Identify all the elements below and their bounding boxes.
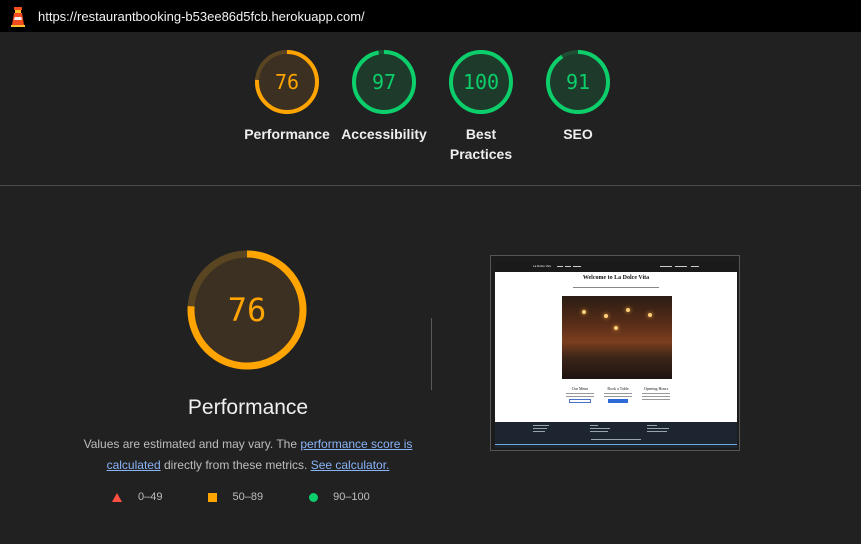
- performance-gauge: 76: [187, 250, 307, 370]
- performance-description: Values are estimated and may vary. The p…: [72, 434, 424, 476]
- legend-item-pass: 90–100: [309, 491, 370, 503]
- gauge-label: Performance: [244, 126, 330, 142]
- screenshot-subtitle: [573, 287, 659, 288]
- screenshot-col-title: Our Menu: [571, 386, 589, 391]
- screenshot-col: Opening Hours: [639, 386, 673, 400]
- screenshot-col-title: Opening Hours: [643, 386, 669, 391]
- screenshot-nav: La Dolce Vita: [495, 262, 737, 272]
- screenshot-brand: La Dolce Vita: [533, 264, 551, 268]
- url-bar: https://restaurantbooking-b53ee86d5fcb.h…: [0, 0, 861, 32]
- score-legend: 0–49 50–89 90–100: [112, 491, 370, 503]
- gauge-performance[interactable]: 76 Performance: [239, 48, 335, 144]
- gauge-accessibility[interactable]: 97 Accessibility: [336, 48, 432, 144]
- gauge-label: Best Practices: [449, 126, 513, 162]
- lighthouse-icon: [11, 7, 25, 27]
- legend-range: 50–89: [232, 491, 264, 503]
- gauge-seo[interactable]: 91 SEO: [530, 48, 626, 144]
- screenshot-footer: [495, 422, 737, 448]
- category-gauges: 76 Performance 97 Accessibility 100 Best…: [0, 48, 861, 178]
- screenshot-col-title: Book a Table: [607, 386, 629, 391]
- performance-score: 76: [228, 291, 267, 329]
- see-calculator-link[interactable]: See calculator.: [311, 458, 390, 472]
- gauge-ring: 91: [546, 50, 610, 114]
- page-url[interactable]: https://restaurantbooking-b53ee86d5fcb.h…: [38, 9, 365, 24]
- description-text: directly from these metrics.: [160, 458, 311, 472]
- screenshot-page: La Dolce Vita Welcome to La Dolce Vita O…: [495, 262, 737, 448]
- screenshot-heading: Welcome to La Dolce Vita: [582, 275, 650, 281]
- restaurant-photo: [562, 296, 672, 379]
- section-divider: [0, 185, 861, 186]
- gauge-label: Accessibility: [341, 126, 427, 142]
- legend-item-average: 50–89: [208, 491, 263, 503]
- gauge-score: 91: [566, 70, 590, 94]
- gauge-best-practices[interactable]: 100 Best Practices: [433, 48, 529, 164]
- gauge-score: 100: [463, 70, 499, 94]
- legend-range: 0–49: [138, 491, 163, 503]
- gauge-score: 97: [372, 70, 396, 94]
- page-screenshot[interactable]: La Dolce Vita Welcome to La Dolce Vita O…: [490, 255, 740, 451]
- screenshot-col: Book a Table: [601, 386, 635, 403]
- vertical-divider: [431, 318, 432, 390]
- square-icon: [208, 492, 218, 502]
- gauge-ring: 100: [449, 50, 513, 114]
- description-text: Values are estimated and may vary. The: [83, 437, 301, 451]
- gauge-ring: 76: [255, 50, 319, 114]
- legend-range: 90–100: [333, 491, 370, 503]
- gauge-score: 76: [275, 70, 299, 94]
- performance-title: Performance: [187, 396, 309, 419]
- circle-icon: [309, 492, 319, 502]
- screenshot-col: Our Menu: [563, 386, 597, 403]
- gauge-label: SEO: [563, 126, 593, 142]
- triangle-icon: [112, 492, 122, 502]
- gauge-ring: 97: [352, 50, 416, 114]
- legend-item-fail: 0–49: [112, 491, 162, 503]
